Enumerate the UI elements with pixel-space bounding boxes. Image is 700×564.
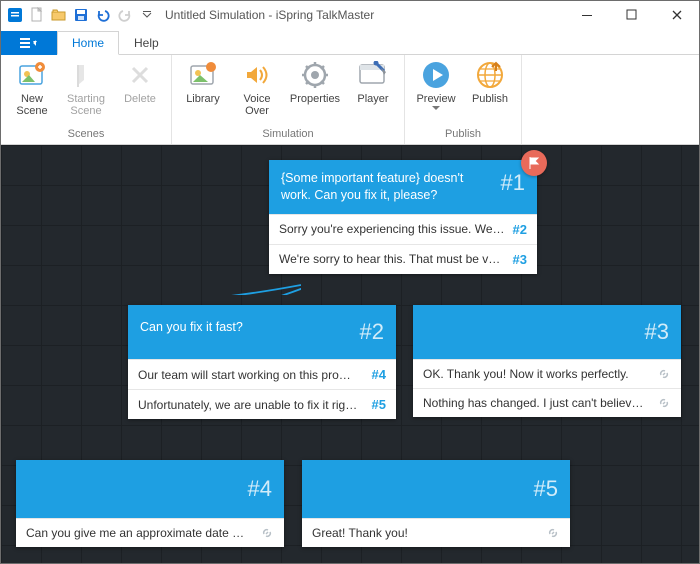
node-header[interactable]: {Some important feature} doesn't work. C…: [269, 160, 537, 214]
minimize-button[interactable]: [564, 1, 609, 29]
properties-label: Properties: [290, 93, 340, 105]
voice-over-label: VoiceOver: [244, 93, 271, 117]
voice-over-button[interactable]: VoiceOver: [232, 57, 282, 126]
scene-node-5[interactable]: #5 Great! Thank you!: [302, 460, 570, 547]
node-header[interactable]: #4: [16, 460, 284, 518]
reply-link-tag: #3: [513, 252, 527, 267]
reply-link-tag: #5: [372, 397, 386, 412]
node-question: {Some important feature} doesn't work. C…: [281, 170, 493, 204]
window-title: Untitled Simulation - iSpring TalkMaster: [161, 8, 564, 22]
titlebar: Untitled Simulation - iSpring TalkMaster: [1, 1, 699, 29]
reply-row[interactable]: Nothing has changed. I just can't believ…: [413, 388, 681, 417]
reply-text: We're sorry to hear this. That must be v…: [279, 252, 505, 266]
group-simulation-title: Simulation: [262, 126, 313, 144]
scene-node-4[interactable]: #4 Can you give me an approximate date …: [16, 460, 284, 547]
library-button[interactable]: Library: [178, 57, 228, 126]
reply-row[interactable]: Can you give me an approximate date …: [16, 518, 284, 547]
node-header[interactable]: #5: [302, 460, 570, 518]
new-scene-button[interactable]: NewScene: [7, 57, 57, 126]
node-number: #3: [645, 319, 669, 345]
link-icon: [260, 526, 274, 540]
delete-label: Delete: [124, 93, 156, 105]
node-number: #4: [248, 476, 272, 502]
new-file-icon[interactable]: [27, 5, 47, 25]
group-simulation: Library VoiceOver Properties Player Simu…: [172, 55, 405, 144]
link-icon: [657, 367, 671, 381]
node-number: #1: [501, 170, 525, 196]
group-scenes-title: Scenes: [68, 126, 105, 144]
delete-icon: [124, 59, 156, 91]
reply-row[interactable]: Our team will start working on this pro……: [128, 359, 396, 389]
tab-home[interactable]: Home: [57, 31, 119, 55]
reply-text: Unfortunately, we are unable to fix it r…: [138, 398, 364, 412]
redo-icon[interactable]: [115, 5, 135, 25]
starting-flag-icon: [521, 150, 547, 176]
reply-text: Sorry you're experiencing this issue. We…: [279, 222, 505, 236]
close-button[interactable]: [654, 1, 699, 29]
file-menu-button[interactable]: [1, 31, 57, 55]
app-icon: [5, 5, 25, 25]
scene-node-3[interactable]: #3 OK. Thank you! Now it works perfectly…: [413, 305, 681, 417]
node-question: Can you fix it fast?: [140, 319, 243, 336]
delete-button: Delete: [115, 57, 165, 126]
reply-text: Nothing has changed. I just can't believ…: [423, 396, 649, 410]
reply-row[interactable]: Great! Thank you!: [302, 518, 570, 547]
reply-text: Can you give me an approximate date …: [26, 526, 252, 540]
starting-scene-icon: [70, 59, 102, 91]
publish-icon: [474, 59, 506, 91]
reply-text: Our team will start working on this pro…: [138, 368, 364, 382]
node-number: #2: [360, 319, 384, 345]
ribbon-tabbar: Home Help: [1, 29, 699, 55]
reply-text: OK. Thank you! Now it works perfectly.: [423, 367, 649, 381]
player-button[interactable]: Player: [348, 57, 398, 126]
preview-label: Preview: [416, 93, 455, 105]
preview-button[interactable]: Preview: [411, 57, 461, 126]
publish-label: Publish: [472, 93, 508, 105]
new-scene-label: NewScene: [16, 93, 47, 117]
group-publish-title: Publish: [445, 126, 481, 144]
voice-over-icon: [241, 59, 273, 91]
properties-button[interactable]: Properties: [286, 57, 344, 126]
group-scenes: NewScene StartingScene Delete Scenes: [1, 55, 172, 144]
reply-text: Great! Thank you!: [312, 526, 538, 540]
qat-dropdown-icon[interactable]: [137, 5, 157, 25]
reply-row[interactable]: OK. Thank you! Now it works perfectly.: [413, 359, 681, 388]
undo-icon[interactable]: [93, 5, 113, 25]
player-label: Player: [357, 93, 388, 105]
preview-icon: [420, 59, 452, 91]
reply-row[interactable]: Unfortunately, we are unable to fix it r…: [128, 389, 396, 419]
reply-link-tag: #4: [372, 367, 386, 382]
open-file-icon[interactable]: [49, 5, 69, 25]
maximize-button[interactable]: [609, 1, 654, 29]
node-header[interactable]: Can you fix it fast? #2: [128, 305, 396, 359]
scene-node-2[interactable]: Can you fix it fast? #2 Our team will st…: [128, 305, 396, 419]
library-label: Library: [186, 93, 220, 105]
tab-help[interactable]: Help: [119, 31, 174, 54]
node-header[interactable]: #3: [413, 305, 681, 359]
scene-node-1[interactable]: {Some important feature} doesn't work. C…: [269, 160, 537, 274]
node-number: #5: [534, 476, 558, 502]
starting-scene-label: StartingScene: [67, 93, 105, 117]
save-file-icon[interactable]: [71, 5, 91, 25]
starting-scene-button: StartingScene: [61, 57, 111, 126]
group-publish: Preview Publish Publish: [405, 55, 522, 144]
scene-canvas[interactable]: {Some important feature} doesn't work. C…: [1, 145, 699, 563]
connection-lines: [1, 145, 301, 295]
properties-icon: [299, 59, 331, 91]
new-scene-icon: [16, 59, 48, 91]
reply-row[interactable]: We're sorry to hear this. That must be v…: [269, 244, 537, 274]
publish-button[interactable]: Publish: [465, 57, 515, 126]
library-icon: [187, 59, 219, 91]
link-icon: [657, 396, 671, 410]
quick-access-toolbar: [1, 5, 161, 25]
ribbon: NewScene StartingScene Delete Scenes Lib…: [1, 55, 699, 145]
link-icon: [546, 526, 560, 540]
reply-row[interactable]: Sorry you're experiencing this issue. We…: [269, 214, 537, 244]
window-buttons: [564, 1, 699, 29]
player-icon: [357, 59, 389, 91]
reply-link-tag: #2: [513, 222, 527, 237]
